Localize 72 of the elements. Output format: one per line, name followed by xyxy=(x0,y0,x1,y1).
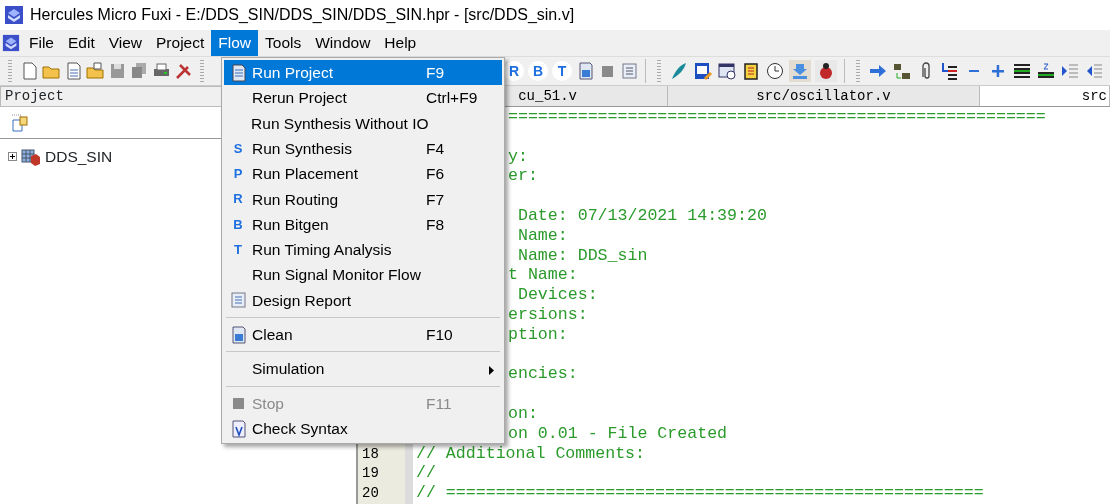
chip-icon[interactable] xyxy=(741,61,761,81)
code-line: // xyxy=(415,463,436,484)
folder-icon[interactable] xyxy=(86,61,104,81)
line-number: 19 xyxy=(362,465,379,482)
window-clock-icon[interactable] xyxy=(717,61,737,81)
menu-item[interactable]: Run Synthesis Without IO xyxy=(224,110,502,136)
menu-item-icon: B xyxy=(233,214,243,235)
line-number: 18 xyxy=(362,445,379,462)
code-line: ====================================================== xyxy=(507,107,1046,127)
expander-icon[interactable] xyxy=(8,152,17,162)
code-line: y: xyxy=(507,146,528,167)
app-icon[interactable] xyxy=(2,34,20,52)
document-icon[interactable] xyxy=(64,61,82,81)
code-line: t Name: xyxy=(507,265,578,286)
menu-item[interactable]: Design Report xyxy=(224,287,502,313)
tree-item[interactable]: DDS_SIN xyxy=(45,145,113,169)
menu-item[interactable]: Run Signal Monitor Flow xyxy=(224,262,502,288)
menu-item[interactable]: Flow xyxy=(211,30,258,56)
clock-icon[interactable] xyxy=(765,61,785,81)
code-line: // Additional Comments: xyxy=(415,443,646,464)
menu-item[interactable]: Edit xyxy=(61,30,102,56)
window-title: Hercules Micro Fuxi - E:/DDS_SIN/DDS_SIN/DDS_SIN.hpr - [src/DDS_sin.v] xyxy=(30,5,575,25)
code-line: ption: xyxy=(507,324,568,345)
code-line: // ====================================================== xyxy=(415,483,984,503)
code-line: on: xyxy=(507,403,538,424)
code-line: er: xyxy=(507,166,538,187)
new-file-icon[interactable] xyxy=(20,61,38,81)
trash-document-icon[interactable] xyxy=(576,61,594,81)
menu-item[interactable]: Simulation xyxy=(224,356,502,382)
menu-item[interactable]: Window xyxy=(308,30,378,56)
menu-item-icon: P xyxy=(233,164,243,184)
syntax-check-icon xyxy=(229,418,247,439)
menu-item[interactable]: S Run Synthesis F4 xyxy=(224,135,502,162)
toolbar-button[interactable]: R xyxy=(504,61,524,81)
toolbar-button[interactable]: T xyxy=(552,61,572,81)
line-number: 20 xyxy=(362,485,379,502)
menu-item[interactable]: File xyxy=(22,30,61,56)
menu-item[interactable]: Check Syntax xyxy=(224,415,502,442)
save-all-icon[interactable] xyxy=(130,61,148,81)
menu-item[interactable]: P Run Placement F6 xyxy=(224,161,502,187)
lines-icon[interactable] xyxy=(1036,61,1056,81)
app-icon xyxy=(4,5,24,25)
feather-icon[interactable] xyxy=(669,61,689,81)
menu-item[interactable]: R Run Routing F7 xyxy=(224,186,502,212)
project-icon xyxy=(21,146,41,167)
lines-icon[interactable] xyxy=(1012,61,1032,81)
code-line: on 0.01 - File Created xyxy=(507,423,728,444)
menu-item[interactable]: Clean F10 xyxy=(224,321,502,348)
toolbar-button[interactable]: B xyxy=(528,61,548,81)
menu-item-icon: S xyxy=(233,138,243,159)
menu-item[interactable]: Help xyxy=(377,30,424,56)
menu-item[interactable]: View xyxy=(101,30,150,56)
menu-item[interactable]: Run Project F9 xyxy=(224,60,502,86)
bug-icon[interactable] xyxy=(815,60,837,82)
code-line: Date: 07/13/2021 14:39:20 xyxy=(516,206,767,226)
code-line: Devices: xyxy=(516,285,598,305)
menu-item[interactable]: Project xyxy=(149,30,212,56)
run-document-icon xyxy=(229,62,247,83)
report-icon xyxy=(229,290,247,311)
trash-document-icon xyxy=(229,324,247,345)
menu-item-icon: T xyxy=(234,239,242,260)
menu-item-icon: R xyxy=(233,189,243,209)
menu-item[interactable]: Tools xyxy=(258,30,309,56)
code-line: Name: xyxy=(516,225,568,246)
code-line: encies: xyxy=(507,364,578,385)
code-line: ersions: xyxy=(507,304,588,325)
menu-item[interactable]: B Run Bitgen F8 xyxy=(224,211,502,238)
menu-item[interactable]: T Run Timing Analysis xyxy=(224,237,502,263)
indent-icon[interactable] xyxy=(1060,61,1080,81)
code-line: Name: DDS_sin xyxy=(516,245,648,266)
submenu-arrow-icon xyxy=(489,365,494,375)
editor-tab[interactable]: src xyxy=(980,86,1110,106)
